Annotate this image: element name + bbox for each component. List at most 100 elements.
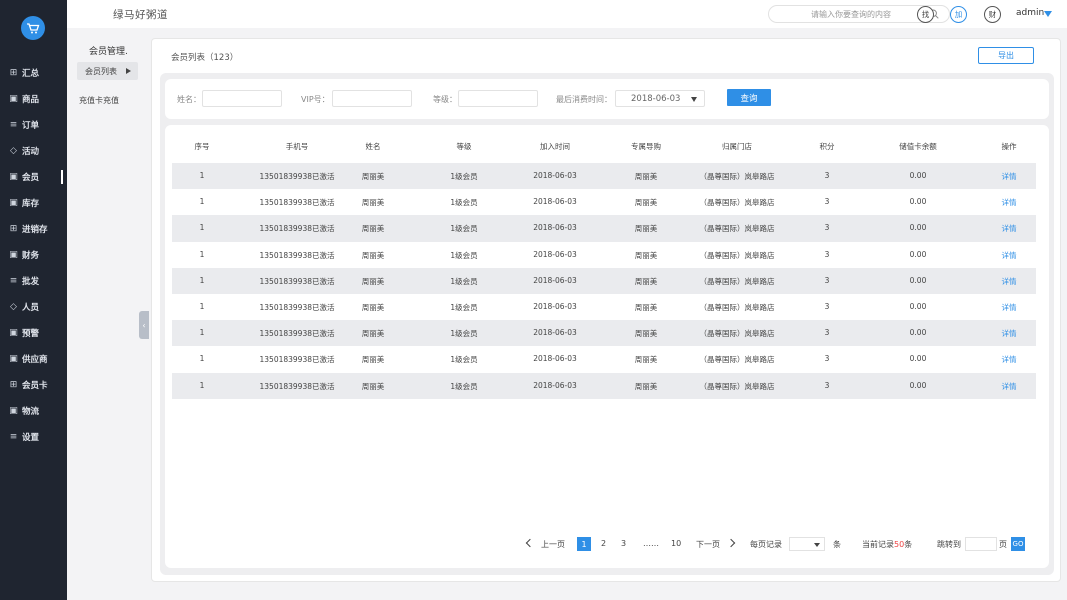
vip-field[interactable]	[332, 90, 412, 107]
sidebar-item[interactable]: ≡ 订单	[0, 112, 67, 138]
page-2-button[interactable]: 2	[601, 539, 606, 548]
table-row: 1 13501839938已激活 周丽美 1级会员 2018-06-03 周丽美 （晶尊国际…	[172, 320, 1036, 347]
table-cell: 1级会员	[450, 172, 478, 181]
sidebar-item[interactable]: ▣ 商品	[0, 86, 67, 112]
sub-menu-item-label: 会员列表	[85, 66, 117, 76]
page-1-button[interactable]: 1	[577, 537, 591, 551]
sidebar-item[interactable]: ≡ 批发	[0, 268, 67, 294]
detail-link[interactable]: 详情	[1002, 328, 1017, 339]
next-page-button[interactable]: 下一页	[696, 539, 720, 550]
sidebar-item[interactable]: ▣ 供应商	[0, 346, 67, 372]
table-cell: 1级会员	[450, 355, 478, 365]
chevron-right-icon[interactable]	[726, 538, 736, 548]
detail-link[interactable]: 详情	[1002, 354, 1017, 365]
member-icon: ▣	[9, 172, 18, 182]
find-button[interactable]: 找	[917, 6, 934, 23]
sub-menu-item-member-list[interactable]: 会员列表	[77, 62, 138, 80]
sidebar-item-label: 会员卡	[22, 381, 48, 391]
top-bar: 绿马好粥道 找 加 财 admin	[67, 0, 1067, 28]
level-field[interactable]	[458, 90, 538, 107]
table-cell: （晶尊国际）岚皋路店	[699, 250, 775, 260]
table-cell: （晶尊国际）岚皋路店	[699, 224, 775, 234]
sidebar-item[interactable]: ▣ 库存	[0, 190, 67, 216]
current-records-count: 50	[894, 540, 905, 549]
table-cell: 周丽美	[361, 329, 385, 339]
table-cell: 13501839938已激活	[259, 198, 335, 208]
jump-page-input[interactable]	[965, 537, 997, 551]
sidebar-item[interactable]: ▣ 物流	[0, 398, 67, 424]
table-cell: 3	[824, 171, 830, 180]
box-icon: ▣	[9, 198, 18, 208]
table-cell: 周丽美	[361, 276, 385, 286]
sidebar-item-label: 人员	[22, 303, 40, 313]
current-records-unit: 条	[904, 540, 913, 549]
page-title: 会员列表（123）	[171, 53, 239, 63]
sidebar-item[interactable]: ▣ 会员	[0, 164, 67, 190]
export-button[interactable]: 导出	[978, 47, 1034, 64]
add-button[interactable]: 加	[950, 6, 967, 23]
table-cell: 周丽美	[634, 276, 658, 286]
sidebar-item-label: 订单	[22, 121, 40, 131]
chevron-down-icon[interactable]	[814, 543, 820, 547]
column-header: 加入时间	[540, 142, 570, 151]
detail-link[interactable]: 详情	[1002, 250, 1017, 261]
column-header: 专属导购	[631, 142, 661, 151]
sidebar-item-label: 供应商	[22, 355, 48, 365]
table-cell: 1级会员	[450, 250, 478, 260]
sidebar-item[interactable]: ≡ 设置	[0, 424, 67, 450]
table-cell: 周丽美	[361, 302, 385, 312]
table-cell: 周丽美	[634, 302, 658, 312]
search-input[interactable]	[781, 8, 921, 21]
chevron-down-icon[interactable]	[1044, 11, 1052, 17]
collapse-handle[interactable]: ‹	[139, 311, 149, 339]
page-ellipsis: ……	[643, 539, 659, 548]
sidebar-item[interactable]: ◇ 人员	[0, 294, 67, 320]
detail-link[interactable]: 详情	[1002, 197, 1017, 208]
detail-link[interactable]: 详情	[1002, 223, 1017, 234]
current-records-label: 当前记录	[862, 540, 894, 549]
list-icon: ≡	[9, 120, 18, 130]
table-cell: （晶尊国际）岚皋路店	[699, 198, 775, 208]
user-menu[interactable]: admin	[1016, 8, 1044, 18]
sidebar-item-label: 预警	[22, 329, 40, 339]
go-button[interactable]: GO	[1011, 537, 1025, 551]
query-button[interactable]: 查询	[727, 89, 771, 106]
pagination: 上一页 1 2 3 …… 10 下一页 每页记录 条 当前记录50条 跳转到 页…	[165, 537, 1049, 553]
sidebar-item[interactable]: ⊞ 会员卡	[0, 372, 67, 398]
table-cell: 1	[199, 171, 205, 180]
table-cell: 周丽美	[361, 198, 385, 208]
sidebar-item[interactable]: ⊞ 汇总	[0, 60, 67, 86]
prev-page-button[interactable]: 上一页	[541, 539, 565, 550]
detail-link[interactable]: 详情	[1002, 276, 1017, 287]
finance-button[interactable]: 财	[984, 6, 1001, 23]
table-cell: 周丽美	[634, 355, 658, 365]
table-cell: 1	[199, 301, 205, 311]
table-cell: 13501839938已激活	[259, 276, 335, 286]
name-field[interactable]	[202, 90, 282, 107]
table-cell: 1级会员	[450, 329, 478, 339]
detail-link[interactable]: 详情	[1002, 171, 1017, 182]
table-cell: 13501839938已激活	[259, 250, 335, 260]
list-icon: ≡	[9, 432, 18, 442]
table-cell: 周丽美	[634, 172, 658, 181]
app-logo[interactable]	[21, 16, 45, 40]
table-cell: 3	[824, 380, 830, 390]
last-consume-label: 最后消费时间：	[556, 95, 612, 104]
detail-link[interactable]: 详情	[1002, 302, 1017, 313]
sub-menu-item-card-recharge[interactable]: 充值卡充值	[79, 95, 119, 106]
table-cell: 周丽美	[361, 224, 385, 234]
chevron-down-icon[interactable]	[691, 97, 697, 102]
sidebar-item[interactable]: ◇ 活动	[0, 138, 67, 164]
table-cell: 周丽美	[634, 198, 658, 208]
sidebar-item[interactable]: ▣ 财务	[0, 242, 67, 268]
chevron-left-icon[interactable]	[525, 538, 535, 548]
table-cell: （晶尊国际）岚皋路店	[699, 355, 775, 365]
detail-link[interactable]: 详情	[1002, 381, 1017, 392]
table-cell: 3	[824, 223, 830, 233]
table-cell: 0.00	[909, 223, 927, 233]
sidebar-item[interactable]: ⊞ 进销存	[0, 216, 67, 242]
sidebar-item[interactable]: ▣ 预警	[0, 320, 67, 346]
column-header: 等级	[456, 142, 472, 151]
table-cell: 2018-06-03	[533, 328, 577, 338]
page-10-button[interactable]: 10	[671, 539, 681, 548]
